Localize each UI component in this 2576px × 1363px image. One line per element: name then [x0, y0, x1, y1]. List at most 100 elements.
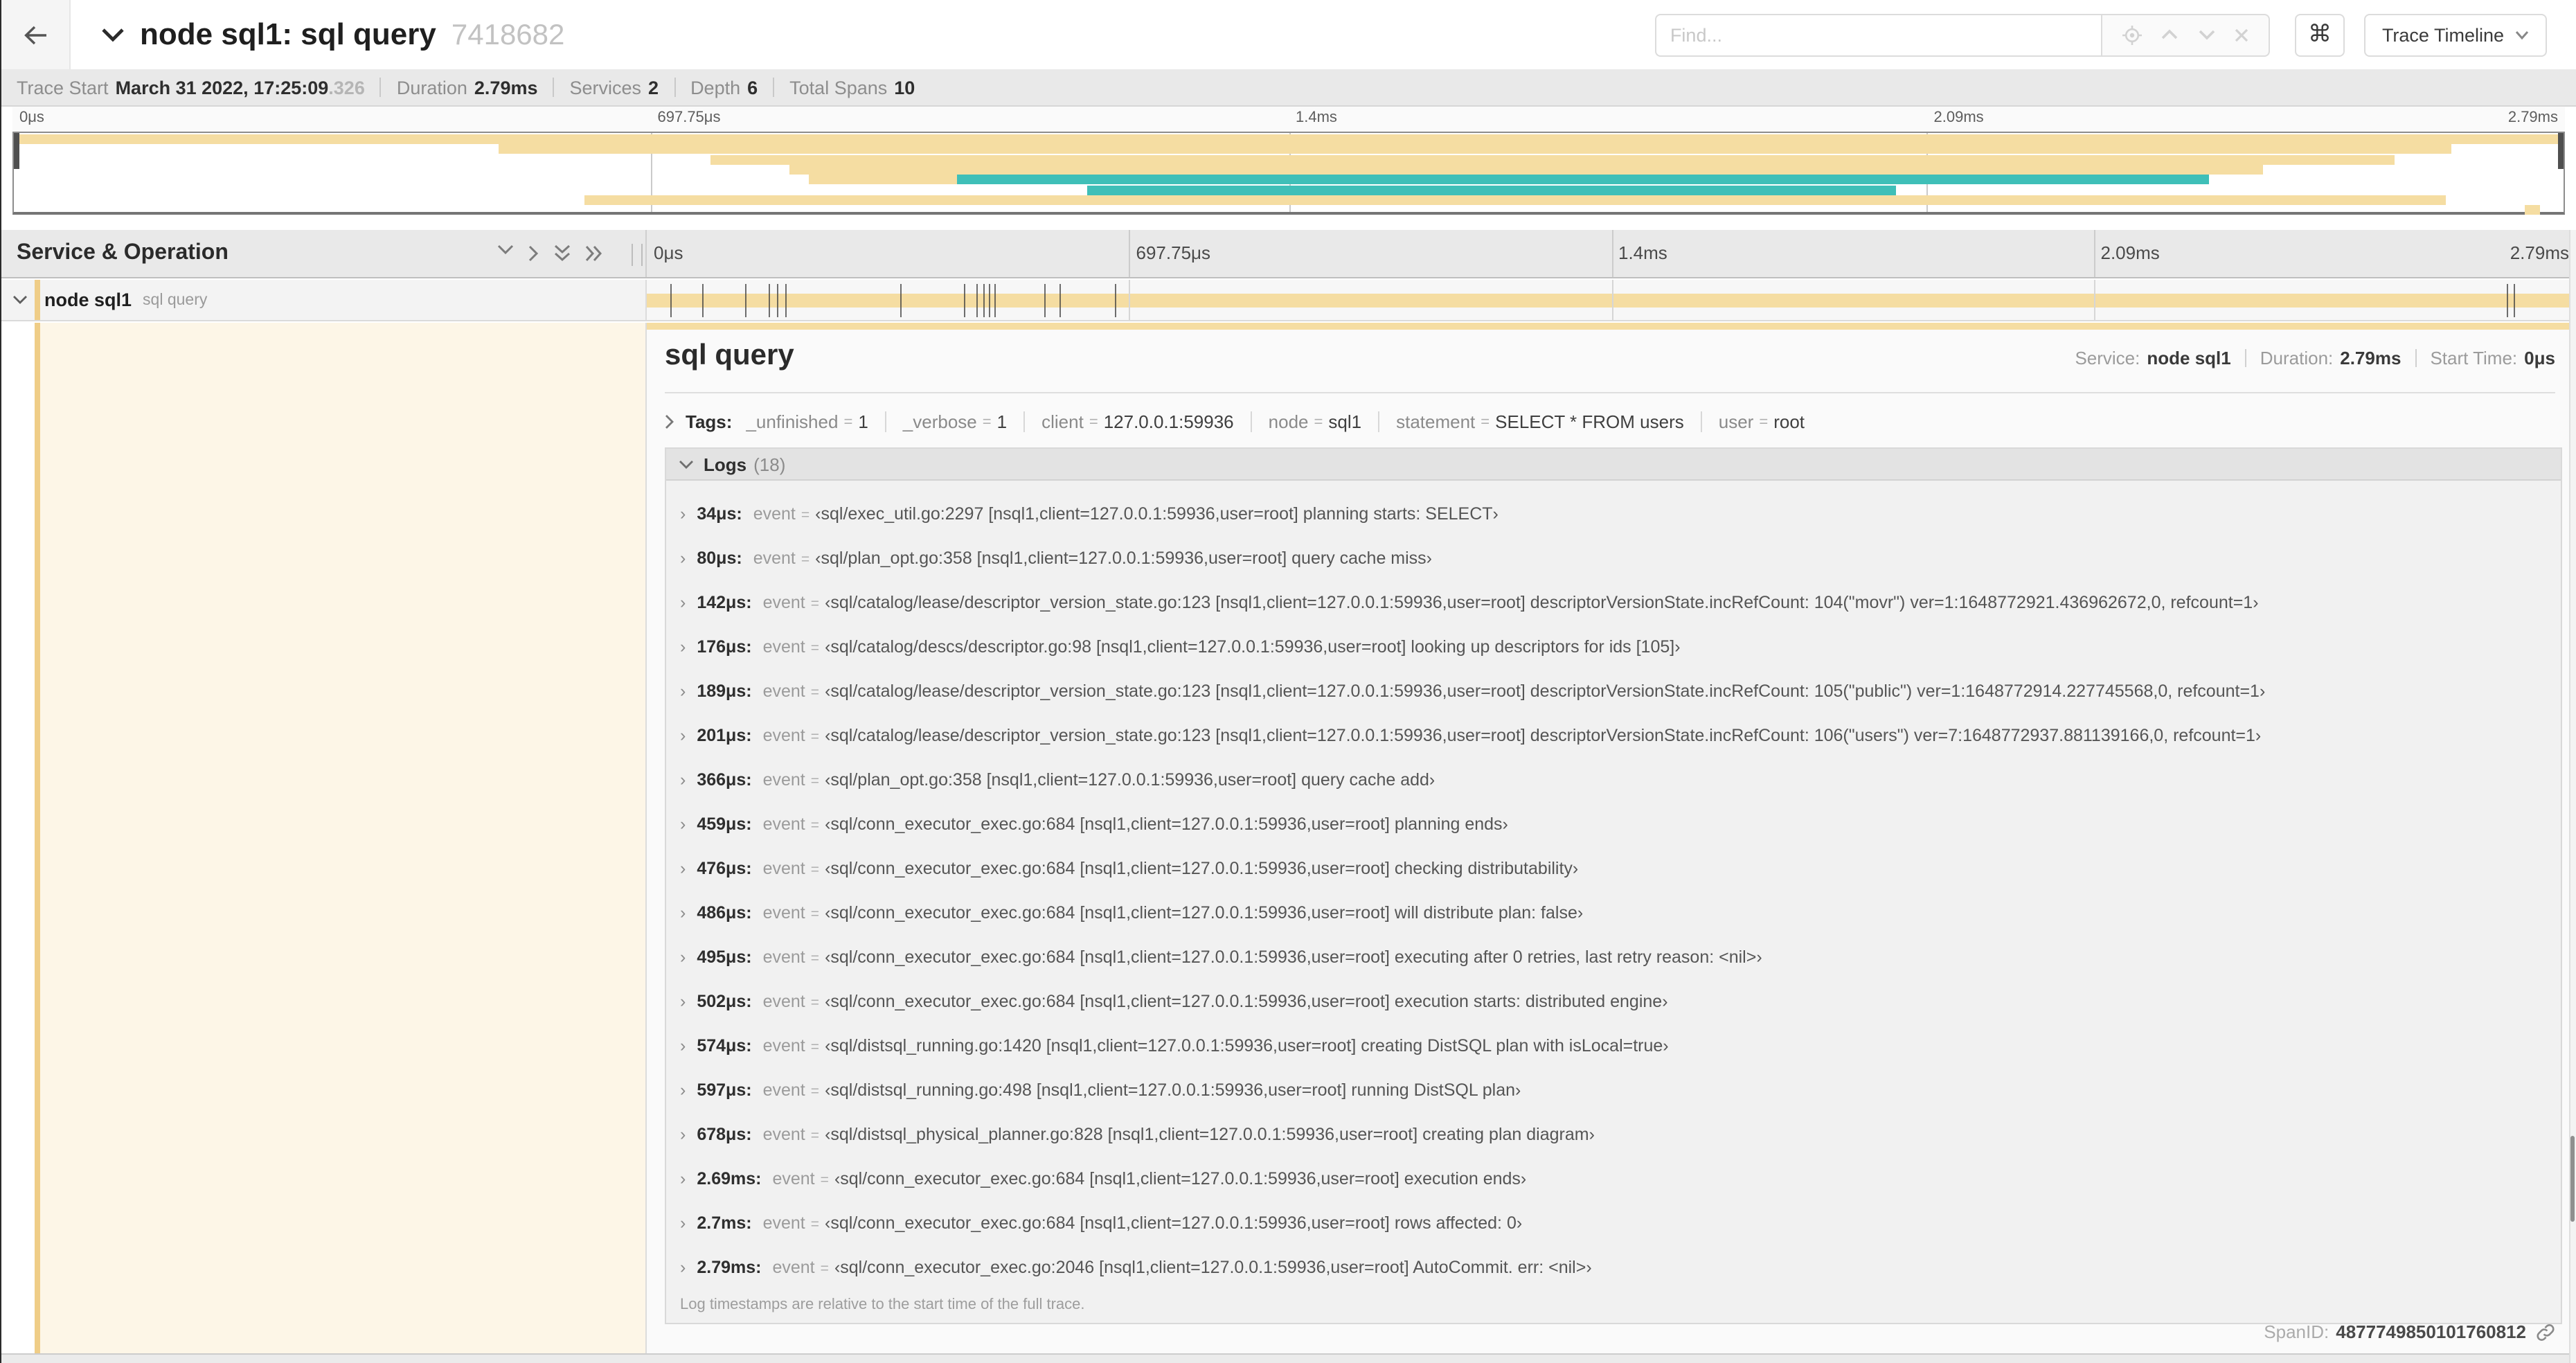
log-entry-row[interactable]: › 495μs: event = ‹sql/conn_executor_exec.go:…	[666, 935, 2561, 979]
timeline-gridline	[1611, 280, 1613, 320]
span-row[interactable]: node sql1 sql query	[0, 280, 2576, 321]
log-field-name: event	[762, 1213, 805, 1233]
log-entry-row[interactable]: › 486μs: event = ‹sql/conn_executor_exec.go:…	[666, 891, 2561, 935]
log-expander-icon: ›	[680, 726, 686, 745]
tag-item: user = root	[1684, 411, 1805, 432]
log-entry-row[interactable]: › 189μs: event = ‹sql/catalog/lease/descript…	[666, 669, 2561, 713]
log-entry-row[interactable]: › 2.7ms: event = ‹sql/conn_executor_exec.go:…	[666, 1201, 2561, 1245]
log-entry-row[interactable]: › 459μs: event = ‹sql/conn_executor_exec.go:…	[666, 802, 2561, 846]
collapse-all-icon[interactable]	[553, 244, 572, 263]
span-detail-row: sql query Service: node sql1 Duration: 2.7…	[0, 323, 2576, 1353]
time-tick-label: 0μs	[19, 109, 44, 126]
log-event-value: ‹sql/distsql_running.go:1420 [nsql1,clie…	[825, 1036, 1669, 1055]
log-entry-row[interactable]: › 678μs: event = ‹sql/distsql_physical_plann…	[666, 1112, 2561, 1157]
time-tick-label: 2.09ms	[1933, 109, 1984, 126]
log-entry-row[interactable]: › 366μs: event = ‹sql/plan_opt.go:358 [nsql1…	[666, 758, 2561, 802]
log-event-value: ‹sql/conn_executor_exec.go:684 [nsql1,cl…	[825, 903, 1584, 923]
minimap-span-bar	[809, 175, 958, 185]
log-entry-row[interactable]: › 2.79ms: event = ‹sql/conn_executor_exec.go…	[666, 1245, 2561, 1290]
log-entry-row[interactable]: › 34μs: event = ‹sql/exec_util.go:2297 [nsql…	[666, 492, 2561, 536]
find-prev-icon[interactable]	[2161, 29, 2179, 40]
back-button[interactable]	[0, 0, 71, 69]
time-tick-label: 2.79ms	[2510, 242, 2569, 263]
minimap-time-labels: 0μs 697.75μs 1.4ms 2.09ms 2.79ms	[12, 107, 2565, 132]
deep-link-icon[interactable]	[2536, 1322, 2555, 1342]
find-input[interactable]	[1654, 13, 2101, 56]
log-event-value: ‹sql/conn_executor_exec.go:684 [nsql1,cl…	[825, 859, 1579, 878]
log-field-name: event	[772, 1258, 815, 1277]
log-timestamp: 176μs:	[697, 637, 752, 657]
span-detail-header[interactable]: sql query Service: node sql1 Duration: 2.7…	[665, 339, 2555, 373]
log-entry-row[interactable]: › 597μs: event = ‹sql/distsql_running.go:498…	[666, 1068, 2561, 1112]
span-row-bar-cell[interactable]	[647, 280, 2576, 320]
trace-view-select[interactable]: Trace Timeline	[2363, 13, 2547, 56]
tags-row[interactable]: Tags: _unfinished = 1 _verbose = 1 client = 12…	[665, 403, 2555, 440]
trace-info-item: Services 2	[538, 77, 659, 98]
tags-label: Tags:	[686, 411, 733, 432]
logs-collapse-icon[interactable]	[679, 459, 694, 469]
vertical-scrollbar[interactable]	[2569, 230, 2576, 1363]
span-collapse-chevron-icon[interactable]	[12, 295, 28, 305]
log-event-value: ‹sql/catalog/lease/descriptor_version_st…	[825, 682, 2266, 701]
log-entry-row[interactable]: › 502μs: event = ‹sql/conn_executor_exec.go:…	[666, 979, 2561, 1024]
log-entry-row[interactable]: › 142μs: event = ‹sql/catalog/lease/descript…	[666, 580, 2561, 625]
trace-info-item: Trace Start March 31 2022, 17:25:09.326	[17, 77, 365, 98]
collapse-one-icon[interactable]	[496, 244, 515, 263]
trace-info-item: Duration 2.79ms	[365, 77, 538, 98]
log-field-name: event	[762, 1036, 805, 1055]
log-timestamp: 366μs:	[697, 770, 752, 790]
logs-footnote: Log timestamps are relative to the start…	[680, 1297, 1085, 1313]
log-timestamp: 2.7ms:	[697, 1213, 752, 1233]
logs-header[interactable]: Logs (18)	[666, 449, 2561, 481]
trace-view-label: Trace Timeline	[2381, 24, 2504, 45]
log-field-name: event	[762, 593, 805, 612]
timeline-gridline	[2093, 280, 2095, 320]
log-entry-row[interactable]: › 476μs: event = ‹sql/conn_executor_exec.go:…	[666, 846, 2561, 891]
span-color-accent-strip	[35, 323, 40, 1353]
column-resizer-handle[interactable]	[632, 244, 643, 266]
log-event-value: ‹sql/conn_executor_exec.go:684 [nsql1,cl…	[825, 992, 1668, 1011]
span-summary-item: Duration: 2.79ms	[2231, 348, 2401, 368]
log-marker-tick	[2507, 284, 2509, 317]
log-entry-row[interactable]: › 201μs: event = ‹sql/catalog/lease/descript…	[666, 713, 2561, 758]
log-entry-row[interactable]: › 80μs: event = ‹sql/plan_opt.go:358 [nsql1,…	[666, 536, 2561, 580]
log-event-value: ‹sql/distsql_running.go:498 [nsql1,clien…	[825, 1080, 1521, 1100]
find-group	[1654, 13, 2270, 56]
find-clear-icon[interactable]	[2235, 27, 2250, 42]
log-expander-icon: ›	[680, 1125, 686, 1144]
log-timestamp: 2.79ms:	[697, 1258, 762, 1277]
scrollbar-thumb[interactable]	[2570, 1136, 2575, 1222]
tags-expander-icon[interactable]	[665, 414, 674, 429]
log-event-value: ‹sql/exec_util.go:2297 [nsql1,client=127…	[815, 504, 1499, 524]
span-color-accent	[35, 280, 40, 320]
timeline-ruler: 0μs 697.75μs 1.4ms 2.09ms 2.79ms	[647, 230, 2576, 277]
find-next-icon[interactable]	[2198, 29, 2216, 40]
span-row-name-cell[interactable]: node sql1 sql query	[0, 280, 647, 320]
logs-list: › 34μs: event = ‹sql/exec_util.go:2297 [nsql…	[666, 481, 2561, 1290]
minimap-drag-handle-right[interactable]	[2558, 133, 2564, 169]
span-detail-panel: sql query Service: node sql1 Duration: 2.7…	[647, 323, 2576, 1353]
collapse-trace-chevron-icon[interactable]	[101, 27, 125, 42]
trace-info-item: Depth 6	[659, 77, 758, 98]
expand-all-icon[interactable]	[584, 244, 604, 263]
log-entry-row[interactable]: › 176μs: event = ‹sql/catalog/descs/descript…	[666, 625, 2561, 669]
keyboard-shortcuts-button[interactable]: ⌘	[2294, 13, 2345, 56]
log-field-name: event	[762, 682, 805, 701]
span-summary-item: Start Time: 0μs	[2401, 348, 2555, 368]
expand-one-icon[interactable]	[528, 244, 540, 263]
match-highlight-icon[interactable]	[2121, 24, 2142, 45]
log-event-value: ‹sql/catalog/lease/descriptor_version_st…	[825, 593, 2259, 612]
tag-item: node = sql1	[1234, 411, 1361, 432]
log-entry-row[interactable]: › 574μs: event = ‹sql/distsql_running.go:142…	[666, 1024, 2561, 1068]
minimap-canvas[interactable]	[12, 132, 2565, 215]
log-expander-icon: ›	[680, 859, 686, 878]
tag-item: _verbose = 1	[868, 411, 1007, 432]
service-operation-title: Service & Operation	[17, 241, 229, 265]
span-detail-name-column	[0, 323, 647, 1353]
log-marker-tick	[900, 284, 902, 317]
tag-item: client = 127.0.0.1:59936	[1007, 411, 1234, 432]
log-event-value: ‹sql/plan_opt.go:358 [nsql1,client=127.0…	[815, 549, 1433, 568]
log-entry-row[interactable]: › 2.69ms: event = ‹sql/conn_executor_exec.go…	[666, 1157, 2561, 1201]
minimap-drag-handle-left[interactable]	[14, 133, 19, 169]
log-field-name: event	[762, 1080, 805, 1100]
